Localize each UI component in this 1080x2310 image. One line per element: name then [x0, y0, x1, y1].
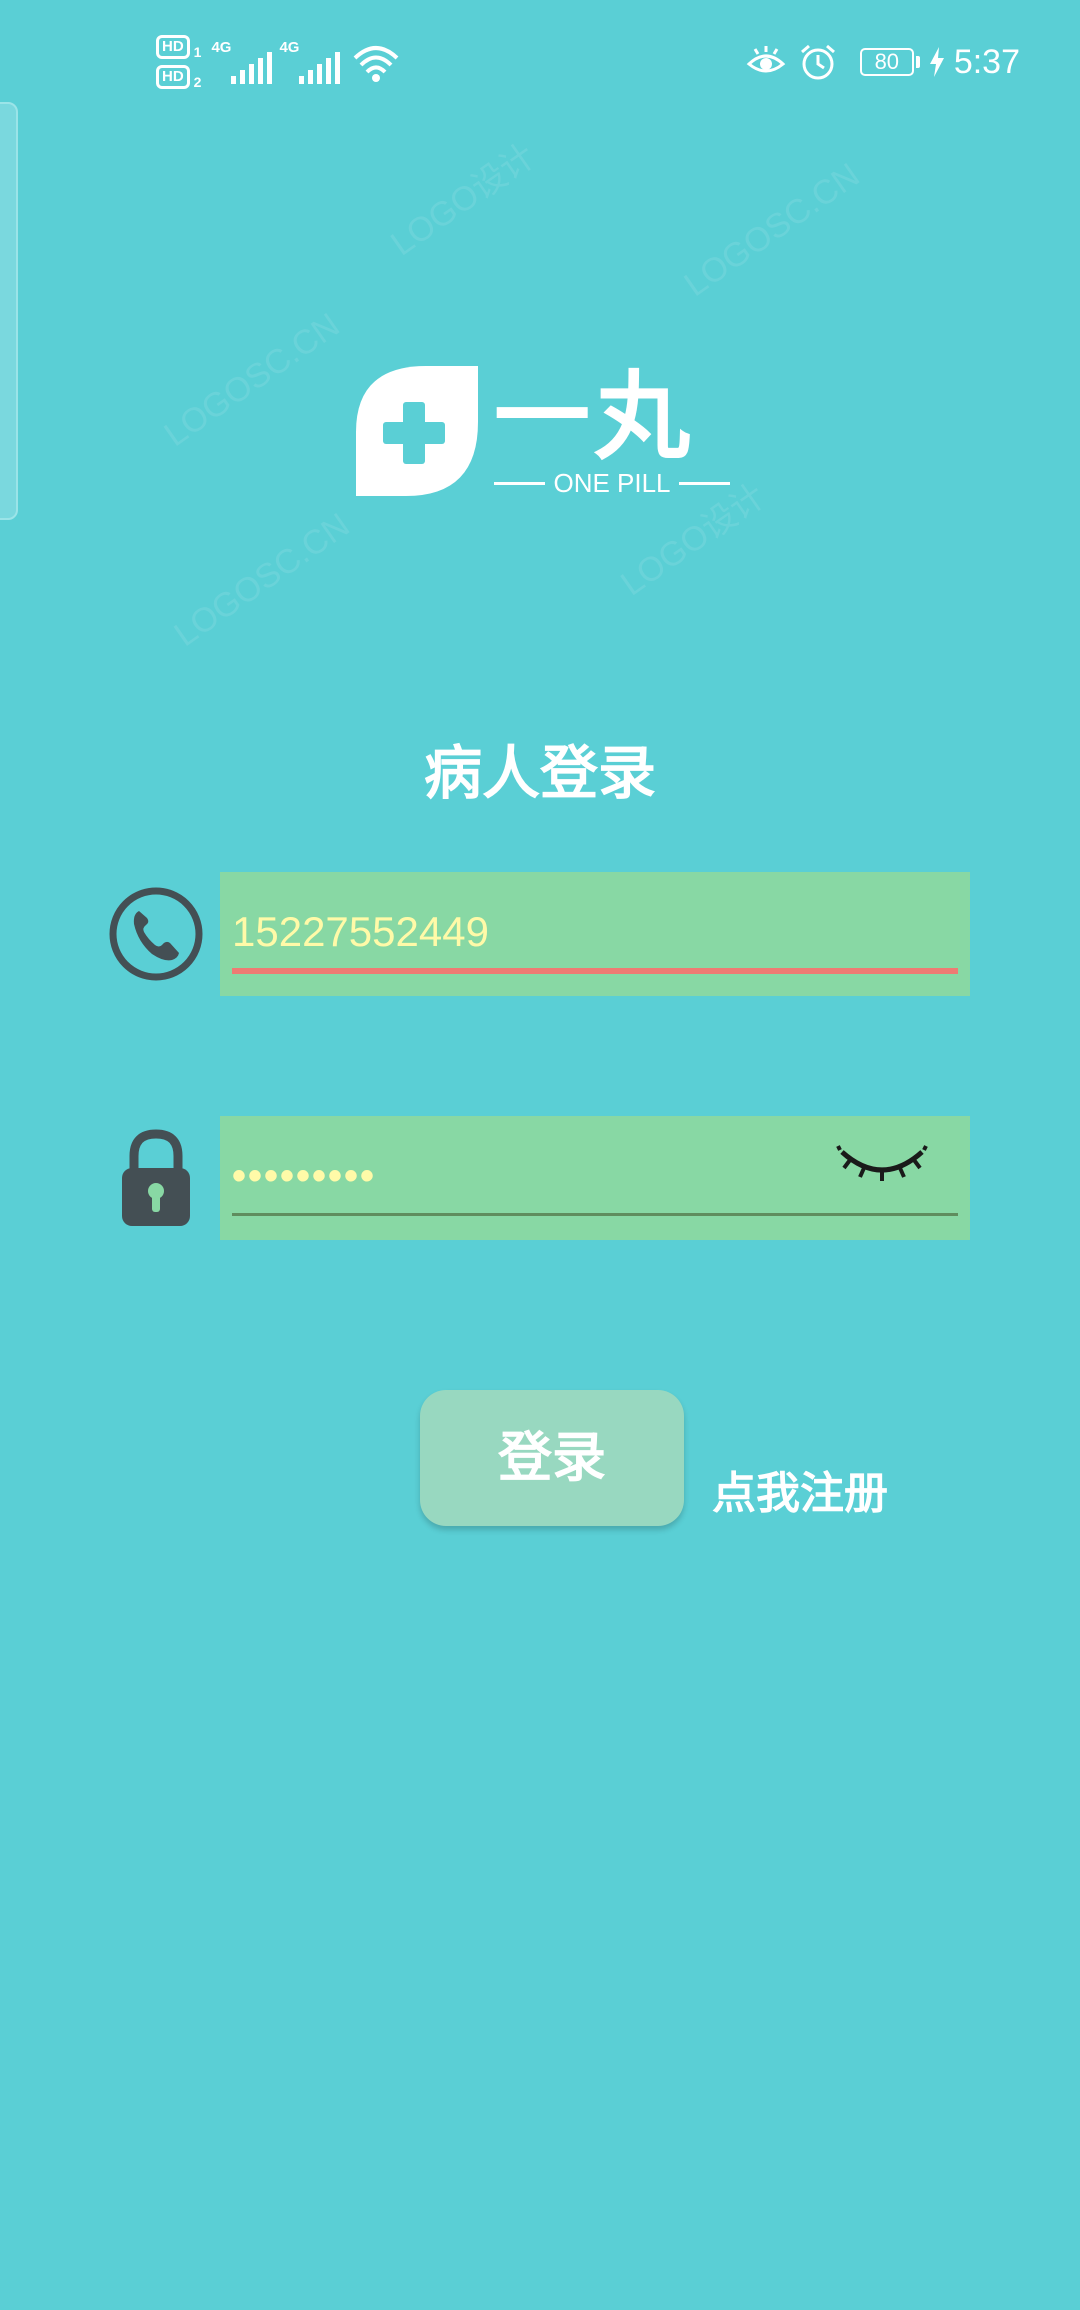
side-drawer-handle[interactable] [0, 102, 18, 520]
network2-type: 4G [279, 39, 300, 56]
eye-closed-icon[interactable] [836, 1140, 928, 1186]
watermark: LOGOSC.CN [157, 305, 347, 455]
sim2-number: 2 [193, 74, 202, 90]
status-time: 5:37 [953, 43, 1020, 81]
alarm-icon [800, 44, 835, 80]
phone-field-row [106, 872, 970, 996]
logo-name: 一丸 [494, 361, 694, 473]
sim2-indicator: HD 2 [156, 65, 201, 89]
status-bar: HD 1 HD 2 4G 4G 80 5:37 [0, 0, 1080, 120]
sim1-indicator: HD 1 [156, 35, 201, 59]
app-logo: 一丸 ONE PILL [346, 362, 730, 502]
sim1-hd-badge: HD [156, 35, 190, 59]
sim-indicators: HD 1 HD 2 [156, 35, 201, 89]
logo-subtitle-row: ONE PILL [494, 468, 730, 498]
register-link[interactable]: 点我注册 [712, 1466, 888, 1522]
signal-icon: 4G [279, 40, 341, 84]
watermark: LOGO设计 [384, 136, 543, 264]
eye-comfort-icon [746, 46, 786, 73]
charging-bolt-icon [929, 47, 944, 77]
password-field-row [106, 1116, 970, 1240]
battery-level: 80 [859, 48, 914, 76]
logo-subtitle: ONE PILL [553, 468, 671, 498]
status-left-group: HD 1 HD 2 4G 4G [156, 30, 401, 94]
network1-type: 4G [211, 39, 232, 56]
signal-icon: 4G [211, 40, 273, 84]
phone-input[interactable] [232, 902, 872, 962]
sim2-hd-badge: HD [156, 65, 190, 89]
phone-icon [109, 887, 203, 981]
page-title: 病人登录 [423, 739, 656, 807]
watermark: LOGOSC.CN [677, 155, 867, 305]
password-field [220, 1116, 970, 1240]
login-button[interactable]: 登录 [420, 1390, 684, 1526]
lock-icon [122, 1129, 190, 1226]
password-underline [232, 1213, 958, 1216]
phone-underline [232, 968, 958, 974]
password-input[interactable] [232, 1146, 872, 1206]
battery-icon: 80 [859, 48, 920, 76]
wifi-icon [354, 46, 399, 82]
phone-field [220, 872, 970, 996]
status-right-group: 80 5:37 [746, 36, 1020, 88]
logo-cross-leaf-icon [356, 366, 478, 496]
sim1-number: 1 [193, 44, 202, 60]
watermark: LOGOSC.CN [167, 505, 357, 655]
